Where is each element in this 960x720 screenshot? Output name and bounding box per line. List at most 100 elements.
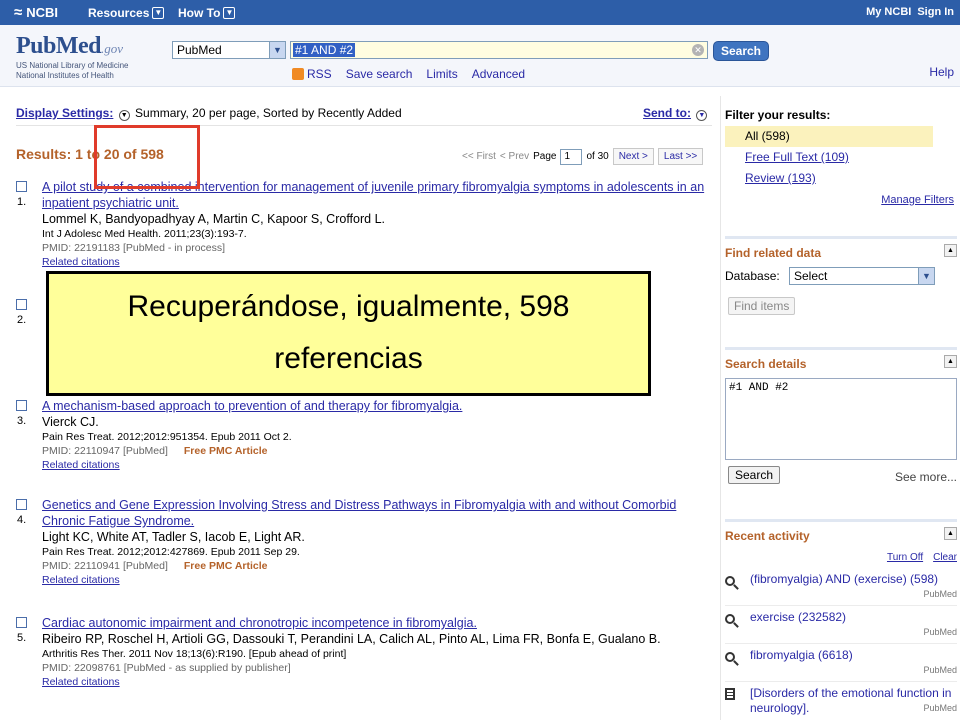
display-settings-value: Summary, 20 per page, Sorted by Recently…	[135, 106, 402, 120]
search-icon	[725, 574, 735, 589]
highlight-box	[94, 125, 200, 189]
how-to-menu-label: How To	[178, 6, 221, 20]
result-title-link[interactable]: Cardiac autonomic impairment and chronot…	[42, 615, 712, 631]
result-authors: Vierck CJ.	[42, 415, 99, 429]
rss-link[interactable]: RSS	[292, 67, 332, 81]
recent-activity-source: PubMed	[923, 703, 957, 713]
find-items-button[interactable]: Find items	[728, 297, 796, 315]
recent-activity-item[interactable]: [Disorders of the emotional function in …	[725, 686, 957, 720]
result-journal: Int J Adolesc Med Health. 2011;23(3):193…	[42, 228, 247, 240]
collapse-icon[interactable]: ▲	[944, 244, 957, 257]
resources-menu[interactable]: Resources ▼	[88, 6, 165, 20]
next-page-button[interactable]: Next >	[612, 148, 654, 165]
database-select-value: PubMed	[177, 43, 222, 57]
see-more-link[interactable]: See more...	[895, 470, 957, 484]
recent-activity-source: PubMed	[923, 627, 957, 637]
chevron-down-icon[interactable]: ▼	[118, 110, 130, 121]
filter-review[interactable]: Review (193)	[725, 168, 933, 189]
related-citations-link[interactable]: Related citations	[42, 675, 712, 689]
logo-subtitle-1: US National Library of Medicine	[16, 61, 129, 70]
filter-free-full-text[interactable]: Free Full Text (109)	[725, 147, 933, 168]
result-number: 4.	[17, 514, 27, 526]
chevron-down-icon: ▼	[223, 7, 236, 19]
display-settings-link[interactable]: Display Settings:	[16, 106, 113, 120]
result-checkbox[interactable]	[16, 499, 27, 510]
limits-link[interactable]: Limits	[426, 67, 457, 81]
ncbi-logo-icon: ≈	[14, 4, 23, 21]
my-ncbi-link[interactable]: My NCBI	[866, 6, 911, 18]
resources-menu-label: Resources	[88, 6, 150, 20]
result-pmid: PMID: 22110941 [PubMed] Free PMC Article	[42, 559, 712, 573]
database-label: Database:	[725, 269, 780, 283]
filter-all[interactable]: All (598)	[725, 126, 933, 147]
save-search-link[interactable]: Save search	[346, 67, 413, 81]
free-pmc-article-link[interactable]: Free PMC Article	[184, 445, 268, 457]
filter-title: Filter your results:	[725, 108, 831, 122]
result-number: 1.	[17, 196, 27, 208]
result-number: 3.	[17, 415, 27, 427]
recent-activity-panel: Recent activity ▲ Turn Off Clear (fibrom…	[725, 519, 957, 719]
search-input[interactable]: #1 AND #2 ✕	[290, 41, 708, 59]
related-citations-link[interactable]: Related citations	[42, 255, 712, 269]
result-authors: Lommel K, Bandyopadhyay A, Martin C, Kap…	[42, 212, 385, 226]
help-link[interactable]: Help	[929, 65, 954, 79]
recent-activity-text: exercise (232582)	[750, 610, 847, 624]
ncbi-logo[interactable]: ≈ NCBI	[14, 4, 58, 21]
result-authors: Light KC, White AT, Tadler S, Iacob E, L…	[42, 530, 305, 544]
recent-activity-title: Recent activity	[725, 529, 810, 543]
related-citations-link[interactable]: Related citations	[42, 573, 712, 587]
result-checkbox[interactable]	[16, 299, 27, 310]
search-button[interactable]: Search	[713, 41, 769, 61]
pager: << First < Prev Page 1 of 30 Next > Last…	[462, 148, 704, 165]
search-icon	[725, 650, 735, 665]
result-checkbox[interactable]	[16, 617, 27, 628]
pubmed-header: PubMed.gov US National Library of Medici…	[0, 25, 960, 87]
pubmed-logo[interactable]: PubMed.gov US National Library of Medici…	[16, 33, 129, 80]
search-details-textarea[interactable]: #1 AND #2	[725, 378, 957, 460]
related-citations-link[interactable]: Related citations	[42, 458, 712, 472]
result-checkbox[interactable]	[16, 181, 27, 192]
send-to-menu[interactable]: Send to: ▼	[643, 106, 709, 121]
advanced-link[interactable]: Advanced	[472, 67, 525, 81]
chevron-down-icon: ▼	[918, 268, 934, 284]
free-pmc-article-link[interactable]: Free PMC Article	[184, 560, 268, 572]
page-total: of 30	[586, 151, 609, 162]
related-database-select[interactable]: Select ▼	[789, 267, 935, 285]
how-to-menu[interactable]: How To ▼	[178, 6, 236, 20]
send-to-label: Send to:	[643, 106, 691, 120]
result-title-link[interactable]: Genetics and Gene Expression Involving S…	[42, 497, 712, 529]
recent-activity-controls: Turn Off Clear	[887, 552, 957, 563]
result-checkbox[interactable]	[16, 400, 27, 411]
callout-line-2: referencias	[274, 342, 423, 375]
clear-link[interactable]: Clear	[933, 552, 957, 563]
recent-activity-item[interactable]: (fibromyalgia) AND (exercise) (598) PubM…	[725, 572, 957, 606]
turn-off-link[interactable]: Turn Off	[887, 552, 923, 563]
prev-page-link[interactable]: < Prev	[500, 151, 529, 162]
search-details-panel: Search details ▲ #1 AND #2 Search See mo…	[725, 347, 957, 497]
collapse-icon[interactable]: ▲	[944, 355, 957, 368]
result-title-link[interactable]: A mechanism-based approach to prevention…	[42, 398, 712, 414]
find-related-data-panel: Find related data ▲ Database: Select ▼ F…	[725, 236, 957, 336]
chevron-down-icon: ▼	[152, 7, 165, 19]
clear-icon[interactable]: ✕	[692, 44, 704, 56]
document-icon	[725, 688, 735, 703]
database-select[interactable]: PubMed ▼	[172, 41, 286, 59]
callout-line-1: Recuperándose, igualmente, 598	[127, 290, 570, 323]
collapse-icon[interactable]: ▲	[944, 527, 957, 540]
result-pmid: PMID: 22110947 [PubMed] Free PMC Article	[42, 444, 712, 458]
first-page-link[interactable]: << First	[462, 151, 496, 162]
result-journal: Pain Res Treat. 2012;2012:951354. Epub 2…	[42, 431, 292, 443]
find-related-data-title: Find related data	[725, 246, 822, 260]
result-pmid-text: PMID: 22110947 [PubMed]	[42, 445, 168, 457]
recent-activity-item[interactable]: exercise (232582) PubMed	[725, 610, 957, 644]
page-number-input[interactable]: 1	[560, 148, 583, 165]
search-input-value: #1 AND #2	[293, 43, 356, 57]
sign-in-link[interactable]: Sign In	[917, 6, 954, 18]
manage-filters-link[interactable]: Manage Filters	[881, 194, 954, 206]
recent-activity-source: PubMed	[923, 589, 957, 599]
last-page-button[interactable]: Last >>	[657, 148, 704, 165]
search-details-button[interactable]: Search	[728, 466, 781, 484]
result-number: 5.	[17, 632, 27, 644]
recent-activity-item[interactable]: fibromyalgia (6618) PubMed	[725, 648, 957, 682]
result-pmid: PMID: 22191183 [PubMed - in process]	[42, 242, 226, 254]
